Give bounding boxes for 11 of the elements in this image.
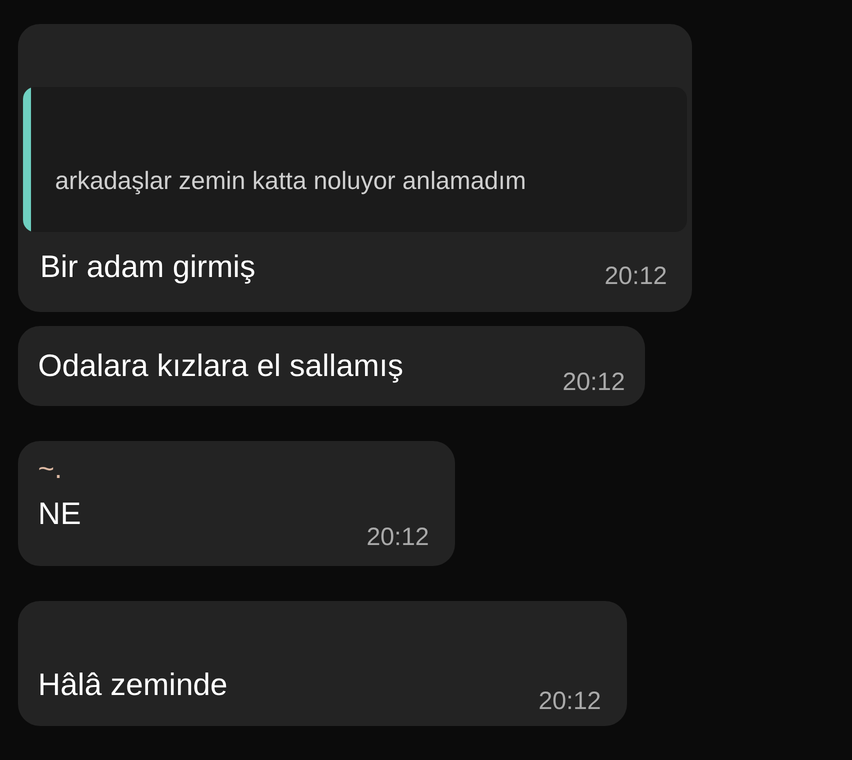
message-time: 20:12 bbox=[538, 689, 601, 714]
message-text: Hâlâ zeminde bbox=[38, 666, 228, 704]
quoted-text: arkadaşlar zemin katta noluyor anlamadım bbox=[55, 166, 526, 196]
sender-name[interactable]: ~. bbox=[38, 455, 62, 483]
quoted-message[interactable]: arkadaşlar zemin katta noluyor anlamadım bbox=[23, 87, 687, 232]
message-text: Odalara kızlara el sallamış bbox=[38, 346, 404, 385]
message-text: NE bbox=[38, 495, 82, 533]
message-text: Bir adam girmiş bbox=[40, 248, 256, 286]
message-time: 20:12 bbox=[562, 370, 625, 396]
message-time: 20:12 bbox=[366, 524, 429, 550]
message-time: 20:12 bbox=[604, 264, 667, 288]
